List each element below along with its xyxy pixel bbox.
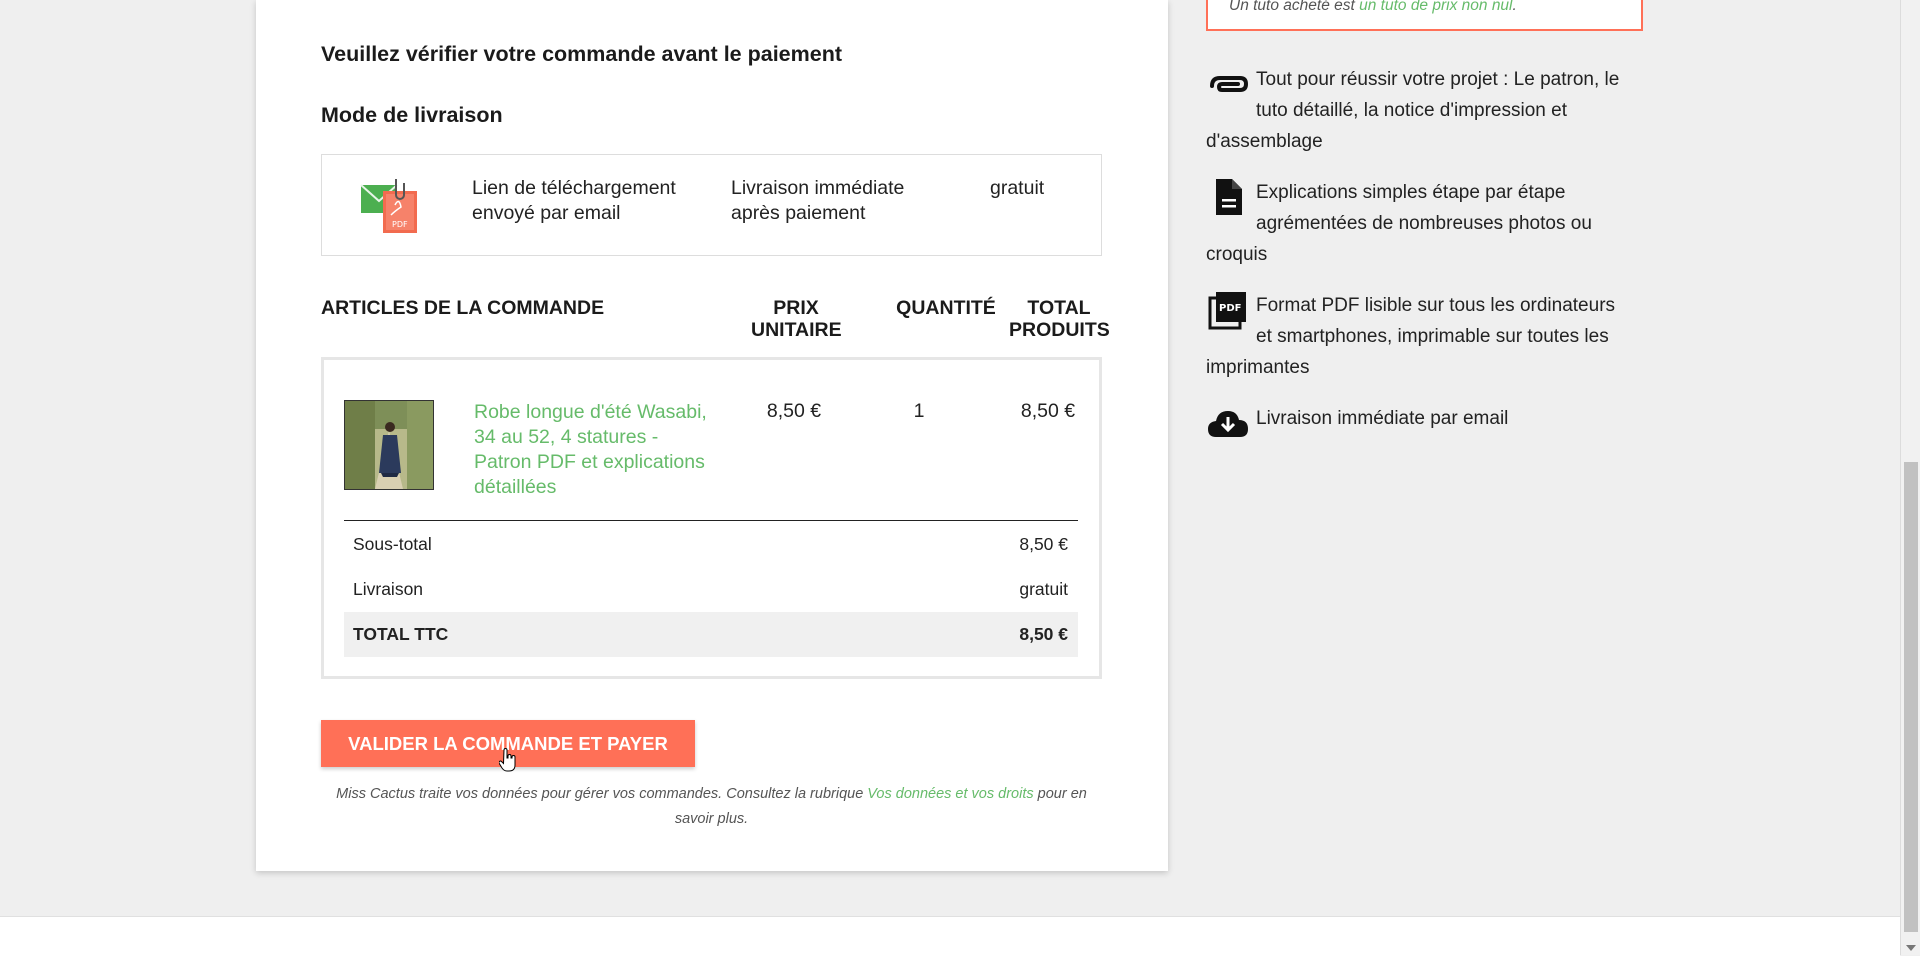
- document-icon: [1216, 179, 1242, 215]
- privacy-text: Miss Cactus traite vos données pour gére…: [336, 786, 868, 802]
- promo-text: Un tuto acheté est un tuto de prix non n…: [1229, 0, 1517, 15]
- svg-text:PDF: PDF: [1219, 303, 1241, 314]
- product-total: 8,50 €: [1020, 400, 1076, 422]
- page-footer-strip: [0, 916, 1900, 956]
- subtotal-value: 8,50 €: [1019, 534, 1068, 554]
- order-review-card: Veuillez vérifier votre commande avant l…: [256, 0, 1168, 871]
- order-items-table: Robe longue d'été Wasabi, 34 au 52, 4 st…: [321, 357, 1102, 679]
- promo-text-start: Un tuto acheté est: [1229, 0, 1360, 14]
- promo-box: Un tuto acheté est un tuto de prix non n…: [1206, 0, 1643, 31]
- feature-text: Explications simples étape par étape agr…: [1206, 182, 1592, 265]
- promo-link[interactable]: un tuto de prix non nul: [1359, 0, 1512, 14]
- vertical-scrollbar[interactable]: [1900, 0, 1920, 955]
- promo-text-end: .: [1512, 0, 1517, 14]
- pdf-email-icon: PDF: [360, 179, 417, 233]
- feature-item: Explications simples étape par étape agr…: [1206, 177, 1636, 270]
- subtotal-label: Sous-total: [353, 534, 432, 554]
- feature-item: PDF Format PDF lisible sur tous les ordi…: [1206, 290, 1636, 383]
- feature-item: Tout pour réussir votre projet : Le patr…: [1206, 64, 1636, 157]
- scroll-down-arrow-icon[interactable]: [1906, 945, 1916, 951]
- privacy-notice: Miss Cactus traite vos données pour gére…: [321, 782, 1102, 832]
- feature-text: Livraison immédiate par email: [1256, 408, 1509, 429]
- total-value: 8,50 €: [1019, 624, 1068, 644]
- header-articles: ARTICLES DE LA COMMANDE: [321, 297, 605, 319]
- shipping-price-label: gratuit: [990, 177, 1045, 199]
- shipping-summary-label: Livraison: [353, 579, 424, 599]
- cloud-download-icon: [1208, 411, 1248, 437]
- feature-text: Tout pour réussir votre projet : Le patr…: [1206, 69, 1620, 152]
- header-total: TOTAL PRODUITS: [1009, 297, 1110, 341]
- shipping-method-label: Lien de téléchargement envoyé par email: [472, 177, 676, 224]
- hand-cursor-icon: [499, 748, 516, 772]
- shipping-method-row: PDF Lien de téléchargement envoyé par em…: [321, 154, 1102, 256]
- product-name-link[interactable]: Robe longue d'été Wasabi, 34 au 52, 4 st…: [474, 400, 714, 500]
- product-quantity: 1: [913, 400, 925, 422]
- shipping-title: Mode de livraison: [321, 103, 503, 127]
- svg-text:PDF: PDF: [392, 220, 408, 229]
- items-divider: [344, 520, 1078, 521]
- total-row: TOTAL TTC 8,50 €: [344, 612, 1078, 657]
- product-thumbnail[interactable]: [344, 400, 434, 490]
- product-photo-icon: [345, 401, 433, 489]
- shipping-delay-label: Livraison immédiate après paiement: [731, 177, 905, 224]
- verify-title: Veuillez vérifier votre commande avant l…: [321, 42, 842, 66]
- product-unit-price: 8,50 €: [766, 400, 822, 422]
- pdf-icon: PDF: [1208, 292, 1246, 330]
- shipping-summary-value: gratuit: [1019, 579, 1068, 599]
- privacy-link[interactable]: Vos données et vos droits: [867, 786, 1033, 802]
- paperclip-icon: [1210, 76, 1249, 92]
- feature-item: Livraison immédiate par email: [1206, 403, 1636, 445]
- total-label: TOTAL TTC: [353, 624, 449, 644]
- subtotal-row: Sous-total 8,50 €: [344, 522, 1078, 567]
- shipping-row: Livraison gratuit: [344, 567, 1078, 612]
- scrollbar-thumb[interactable]: [1904, 462, 1918, 932]
- feature-text: Format PDF lisible sur tous les ordinate…: [1206, 295, 1616, 378]
